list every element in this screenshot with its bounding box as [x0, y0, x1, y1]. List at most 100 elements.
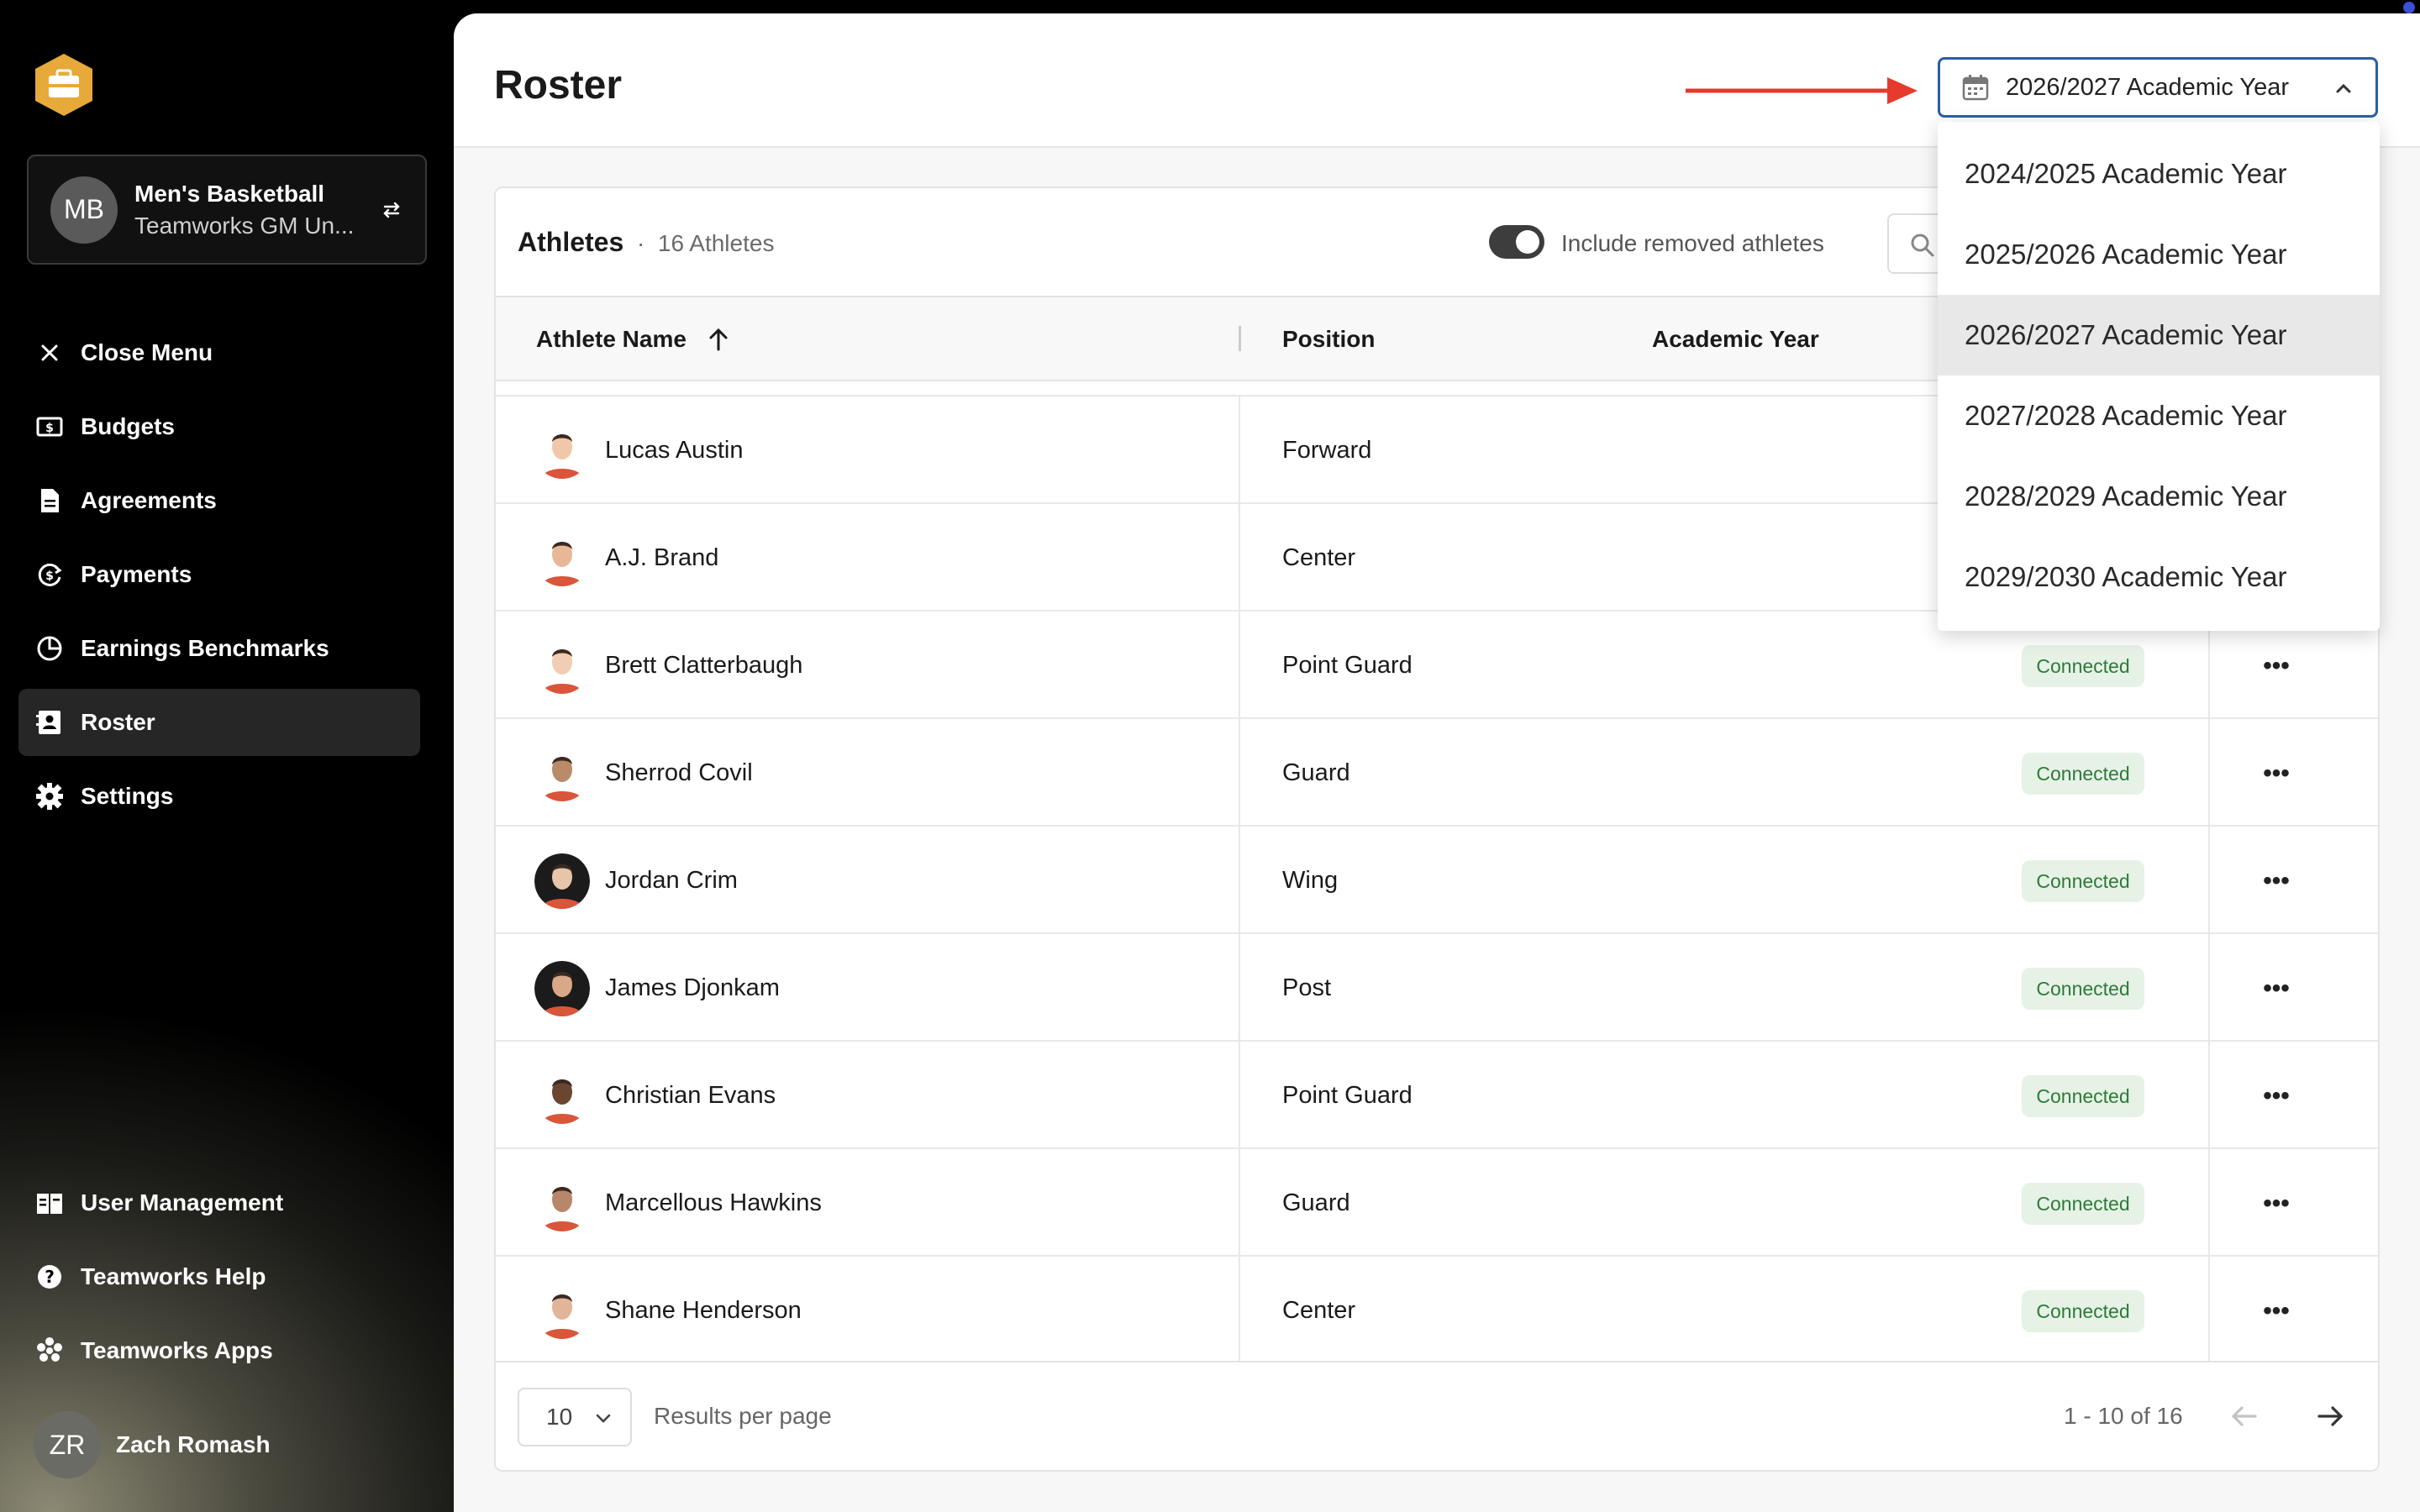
table-row[interactable]: James Djonkam Post Connected ••• — [496, 932, 2378, 1040]
table-row[interactable]: Shane Henderson Center Connected ••• — [496, 1255, 2378, 1362]
nav-label: Teamworks Apps — [81, 1337, 273, 1363]
next-page-icon[interactable] — [2314, 1399, 2348, 1433]
athlete-avatar — [534, 961, 590, 1016]
row-actions-button[interactable]: ••• — [2254, 858, 2299, 904]
athlete-position: Point Guard — [1282, 652, 1413, 679]
count-value: 16 Athletes — [657, 230, 775, 256]
athlete-position: Post — [1282, 974, 1332, 1001]
sidebar: MB Men's Basketball Teamworks GM Un... C… — [0, 0, 454, 1512]
nav-label: Settings — [81, 783, 174, 809]
gear-icon — [36, 783, 63, 810]
column-divider — [2208, 934, 2210, 1040]
athlete-name-cell: James Djonkam — [496, 934, 1240, 1040]
nav-user-management[interactable]: User Management — [18, 1169, 420, 1236]
athlete-name[interactable]: A.J. Brand — [605, 544, 718, 572]
nav-settings[interactable]: Settings — [18, 763, 420, 830]
athletes-title: Athletes — [518, 227, 624, 257]
athlete-name[interactable]: James Djonkam — [605, 974, 780, 1002]
table-row[interactable]: Christian Evans Point Guard Connected ••… — [496, 1040, 2378, 1147]
row-actions-button[interactable]: ••• — [2254, 751, 2299, 796]
column-divider — [2208, 827, 2210, 932]
academic-year-option[interactable]: 2026/2027 Academic Year — [1938, 295, 2380, 375]
row-actions-button[interactable]: ••• — [2254, 966, 2299, 1011]
academic-year-option[interactable]: 2025/2026 Academic Year — [1938, 214, 2380, 295]
user-management-icon — [37, 1194, 62, 1214]
athlete-name[interactable]: Marcellous Hawkins — [605, 1189, 822, 1217]
athlete-name[interactable]: Lucas Austin — [605, 437, 743, 465]
teamworks-logo-icon[interactable] — [34, 52, 94, 118]
count-separator: · — [637, 230, 645, 256]
athlete-name[interactable]: Shane Henderson — [605, 1297, 802, 1325]
academic-year-option[interactable]: 2024/2025 Academic Year — [1938, 134, 2380, 214]
nav-earnings-benchmarks[interactable]: Earnings Benchmarks — [18, 615, 420, 682]
nav-label: Roster — [81, 709, 155, 735]
athlete-name-cell: Jordan Crim — [496, 827, 1240, 932]
per-page-value: 10 — [546, 1404, 573, 1430]
athlete-avatar — [534, 1068, 590, 1124]
athlete-position: Center — [1282, 544, 1356, 571]
academic-year-option[interactable]: 2029/2030 Academic Year — [1938, 537, 2380, 617]
column-divider — [2208, 719, 2210, 825]
secondary-nav: User Management ? Teamworks Help Teamwor… — [34, 1169, 420, 1391]
athlete-name[interactable]: Brett Clatterbaugh — [605, 652, 802, 680]
nav-budgets[interactable]: $ Budgets — [18, 393, 420, 460]
status-badge: Connected — [2022, 645, 2144, 687]
previous-page-icon[interactable] — [2227, 1399, 2260, 1433]
academic-year-dropdown: 2024/2025 Academic Year 2025/2026 Academi… — [1938, 122, 2380, 631]
team-org: Teamworks GM Un... — [134, 212, 355, 239]
academic-year-option[interactable]: 2028/2029 Academic Year — [1938, 456, 2380, 537]
table-row[interactable]: Jordan Crim Wing Connected ••• — [496, 825, 2378, 932]
results-per-page-select[interactable]: 10 — [518, 1388, 632, 1446]
team-name: Men's Basketball — [134, 180, 325, 207]
nav-roster[interactable]: Roster — [18, 689, 420, 756]
nav-payments[interactable]: $ Payments — [18, 541, 420, 608]
user-profile[interactable]: ZR Zach Romash — [34, 1411, 271, 1478]
status-badge: Connected — [2022, 968, 2144, 1010]
athlete-position: Center — [1282, 1297, 1356, 1324]
academic-year-option[interactable]: 2027/2028 Academic Year — [1938, 375, 2380, 456]
row-actions-button[interactable]: ••• — [2254, 1181, 2299, 1226]
calendar-icon — [1962, 75, 1989, 101]
athlete-position: Forward — [1282, 437, 1372, 464]
athlete-position: Guard — [1282, 1189, 1350, 1216]
athlete-name[interactable]: Sherrod Covil — [605, 759, 753, 787]
row-actions-button[interactable]: ••• — [2254, 1074, 2299, 1119]
athlete-avatar — [534, 853, 590, 909]
row-actions-button[interactable]: ••• — [2254, 1289, 2299, 1334]
nav-teamworks-help[interactable]: ? Teamworks Help — [18, 1243, 420, 1310]
nav-agreements[interactable]: Agreements — [18, 467, 420, 534]
athlete-name[interactable]: Christian Evans — [605, 1082, 776, 1110]
column-academic-year[interactable]: Academic Year — [1652, 326, 1819, 353]
pagination-bar: 10 Results per page 1 - 10 of 16 — [496, 1361, 2378, 1470]
team-switcher[interactable]: MB Men's Basketball Teamworks GM Un... — [27, 155, 427, 265]
status-badge: Connected — [2022, 860, 2144, 902]
column-position[interactable]: Position — [1282, 326, 1375, 353]
table-row[interactable]: Marcellous Hawkins Guard Connected ••• — [496, 1147, 2378, 1255]
nav-close-menu[interactable]: Close Menu — [18, 319, 420, 386]
row-actions-button[interactable]: ••• — [2254, 643, 2299, 689]
budget-icon: $ — [36, 417, 63, 437]
page-title: Roster — [494, 63, 623, 108]
status-badge: Connected — [2022, 1183, 2144, 1225]
include-removed-toggle[interactable] — [1489, 225, 1544, 259]
nav-label: Teamworks Help — [81, 1263, 266, 1289]
user-name: Zach Romash — [116, 1431, 271, 1457]
switch-icon — [383, 202, 400, 218]
chevron-up-icon — [2336, 83, 2351, 93]
table-row[interactable]: Sherrod Covil Guard Connected ••• — [496, 717, 2378, 825]
athlete-position: Wing — [1282, 867, 1339, 894]
column-resize-handle[interactable] — [1239, 326, 1241, 351]
nav-teamworks-apps[interactable]: Teamworks Apps — [18, 1317, 420, 1384]
athlete-name[interactable]: Jordan Crim — [605, 867, 738, 895]
athlete-avatar — [534, 423, 590, 479]
athlete-name-cell: A.J. Brand — [496, 504, 1240, 610]
sort-ascending-icon[interactable] — [706, 326, 731, 353]
status-badge: Connected — [2022, 1290, 2144, 1332]
column-athlete-name[interactable]: Athlete Name — [536, 326, 687, 353]
help-icon: ? — [38, 1265, 61, 1289]
athlete-avatar — [534, 746, 590, 801]
academic-year-value: 2026/2027 Academic Year — [2006, 73, 2289, 101]
academic-year-select[interactable]: 2026/2027 Academic Year — [1938, 57, 2378, 118]
results-per-page-label: Results per page — [654, 1403, 832, 1429]
avatar: ZR — [34, 1411, 101, 1478]
